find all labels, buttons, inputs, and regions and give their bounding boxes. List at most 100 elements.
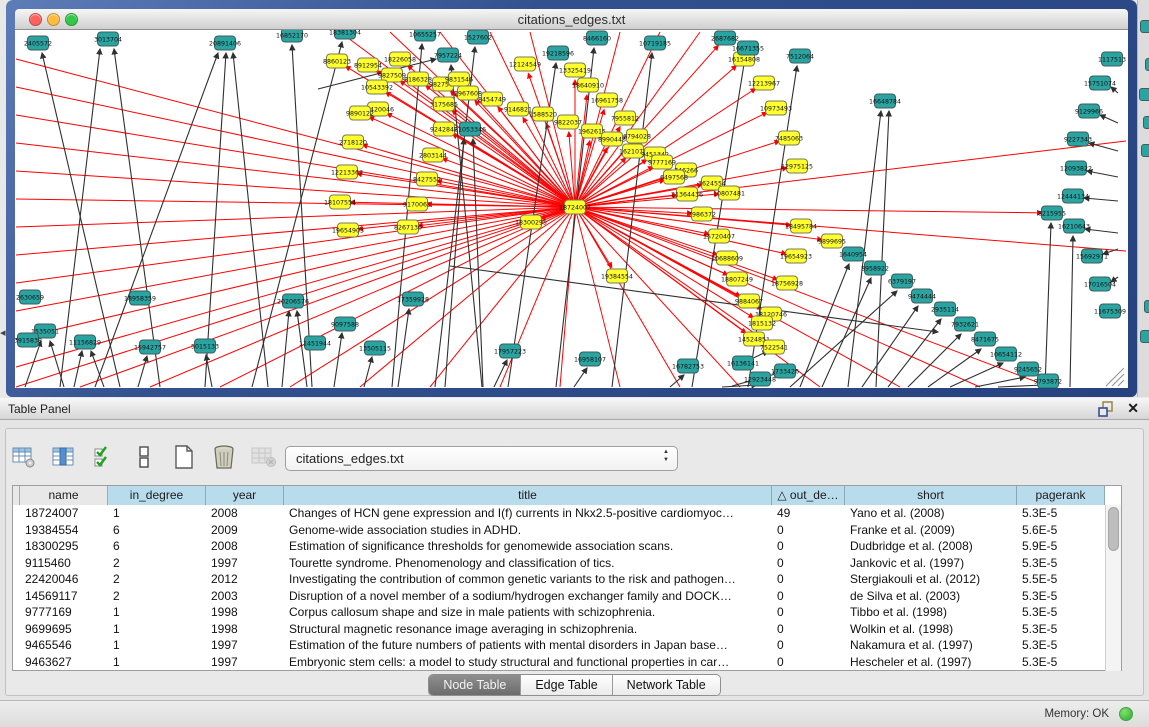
network-node[interactable]: 18226058 <box>384 52 416 66</box>
network-node[interactable]: 8958922 <box>861 261 889 275</box>
network-node[interactable]: 9146821 <box>504 102 532 116</box>
network-node[interactable]: 8471675 <box>971 332 999 346</box>
network-node[interactable]: 9170061 <box>403 197 431 211</box>
row-height-icon[interactable] <box>130 443 158 471</box>
network-node[interactable]: 9831546 <box>445 72 473 86</box>
delete-trash-icon[interactable] <box>210 443 238 471</box>
network-node[interactable]: 12444134 <box>1057 189 1089 203</box>
network-node[interactable]: 1815132 <box>748 316 776 330</box>
select-rows-icon[interactable] <box>90 443 118 471</box>
table-row[interactable]: 1872400712008Changes of HCN gene express… <box>13 505 1121 522</box>
network-node[interactable]: 8466160 <box>583 31 611 45</box>
network-node[interactable]: 8990443 <box>598 132 626 146</box>
minimize-button[interactable] <box>47 13 60 26</box>
network-node[interactable]: 16852170 <box>276 30 308 42</box>
column-header-short[interactable]: short <box>845 486 1017 505</box>
column-header-gutter[interactable] <box>13 486 20 505</box>
network-node[interactable]: 18756928 <box>771 276 803 290</box>
network-node[interactable]: 15942757 <box>134 340 166 354</box>
network-node[interactable]: 2405572 <box>24 36 52 50</box>
network-node[interactable]: 7957224 <box>434 48 462 62</box>
network-node[interactable]: 8912954 <box>354 58 382 72</box>
network-node[interactable]: 7955812 <box>611 111 639 125</box>
tab-network-table[interactable]: Network Table <box>613 675 720 695</box>
network-node[interactable]: 8454749 <box>478 92 506 106</box>
table-row[interactable]: 977716911998Corpus callosum shape and si… <box>13 604 1121 621</box>
vertical-scrollbar[interactable] <box>1105 505 1121 671</box>
network-node[interactable]: 1588520 <box>529 107 557 121</box>
network-node[interactable]: 2630659 <box>16 290 44 304</box>
resize-grip[interactable] <box>1106 368 1124 386</box>
show-column-icon[interactable] <box>50 443 78 471</box>
table-row[interactable]: 946554611997Estimation of the future num… <box>13 637 1121 654</box>
float-panel-icon[interactable] <box>1098 401 1115 422</box>
network-node[interactable]: 11156829 <box>69 335 101 349</box>
close-button[interactable] <box>29 13 42 26</box>
network-node[interactable]: 16961758 <box>591 93 623 107</box>
column-header-title[interactable]: title <box>284 486 772 505</box>
network-node[interactable]: 12213363 <box>331 165 363 179</box>
network-node[interactable]: 19384554 <box>601 269 633 283</box>
network-node[interactable]: 18640910 <box>572 78 604 92</box>
network-node[interactable]: 12213967 <box>748 76 780 90</box>
network-node[interactable]: 16648784 <box>869 94 901 108</box>
network-node[interactable]: 2803144 <box>419 148 447 162</box>
network-node[interactable]: 7986372 <box>688 207 716 221</box>
table-row[interactable]: 2242004622012Investigating the contribut… <box>13 571 1121 588</box>
network-node[interactable]: 6497568 <box>660 170 688 184</box>
network-node[interactable]: 9474444 <box>908 289 936 303</box>
network-node[interactable]: 16210643 <box>1058 219 1090 233</box>
column-header-in_degree[interactable]: in_degree <box>108 486 206 505</box>
network-node[interactable]: 9793872 <box>1034 374 1062 388</box>
network-node[interactable]: 10973493 <box>760 101 792 115</box>
table-row[interactable]: 969969511998Structural magnetic resonanc… <box>13 621 1121 638</box>
network-node[interactable]: 7522541 <box>760 340 788 354</box>
table-row[interactable]: 946362711997Embryonic stem cells: a mode… <box>13 654 1121 671</box>
network-node[interactable]: 7512064 <box>786 49 814 63</box>
network-node[interactable]: 9227343 <box>1064 132 1092 146</box>
network-node[interactable]: 12093822 <box>1060 161 1092 175</box>
scrollbar-thumb[interactable] <box>1108 507 1119 551</box>
network-node[interactable]: 10654112 <box>990 347 1022 361</box>
network-node[interactable]: 1117513 <box>1098 52 1126 66</box>
network-node[interactable]: 19218596 <box>542 46 574 60</box>
network-canvas[interactable]: 1872400788601238912954182260589827509105… <box>15 30 1128 388</box>
column-header-name[interactable]: name <box>20 486 108 505</box>
network-node[interactable]: 12975125 <box>781 159 813 173</box>
network-node[interactable]: 20891406 <box>209 36 241 50</box>
network-graph[interactable]: 1872400788601238912954182260589827509105… <box>15 30 1128 388</box>
column-header-out_degree[interactable]: △ out_de… <box>772 486 845 505</box>
network-node[interactable]: 5015133 <box>191 339 219 353</box>
table-mode-icon[interactable] <box>10 443 38 471</box>
new-table-icon[interactable] <box>170 443 198 471</box>
network-node[interactable]: 10719185 <box>639 36 671 50</box>
network-node[interactable]: 8186328 <box>404 72 432 86</box>
network-node[interactable]: 3013704 <box>94 32 122 46</box>
network-node[interactable]: 18495784 <box>785 219 817 233</box>
network-node[interactable]: 1527602 <box>464 30 492 44</box>
memory-status-indicator[interactable] <box>1119 707 1133 721</box>
network-node[interactable]: 18958359 <box>124 291 156 305</box>
network-node[interactable]: 9899695 <box>818 234 846 248</box>
column-header-year[interactable]: year <box>206 486 284 505</box>
network-node[interactable]: 7932621 <box>951 317 979 331</box>
network-node[interactable]: 6379197 <box>888 274 916 288</box>
table-row[interactable]: 1456911722003Disruption of a novel membe… <box>13 588 1121 605</box>
network-node[interactable]: 9245652 <box>1014 362 1042 376</box>
zoom-button[interactable] <box>65 13 78 26</box>
network-node[interactable]: 9129966 <box>1075 104 1103 118</box>
network-node[interactable]: 9822037 <box>554 115 582 129</box>
column-header-pagerank[interactable]: pagerank <box>1017 486 1105 505</box>
network-node[interactable]: 18381304 <box>329 30 361 39</box>
network-node[interactable]: 8267130 <box>394 220 422 234</box>
network-node[interactable]: 9890122 <box>346 106 374 120</box>
network-node[interactable]: 8860123 <box>323 54 351 68</box>
network-node[interactable]: 2935114 <box>931 302 959 316</box>
table-row[interactable]: 1938455462009Genome-wide association stu… <box>13 522 1121 539</box>
network-node[interactable]: 3915838 <box>15 333 42 347</box>
network-node[interactable]: 11451944 <box>299 336 331 350</box>
network-node[interactable]: 18107554 <box>324 195 356 209</box>
network-node[interactable]: 19654923 <box>780 249 812 263</box>
network-node[interactable]: 13325419 <box>559 63 591 77</box>
network-node[interactable]: 7485063 <box>775 131 803 145</box>
